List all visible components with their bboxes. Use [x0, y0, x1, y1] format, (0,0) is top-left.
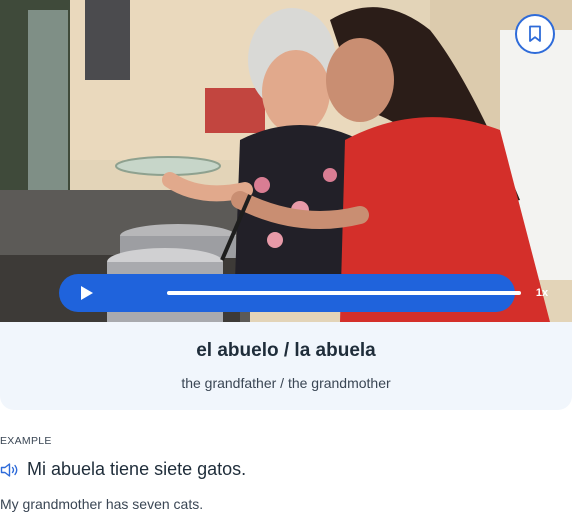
bookmark-icon — [529, 25, 541, 42]
audio-progress-bar[interactable] — [167, 291, 521, 295]
audio-player: 1x — [59, 274, 548, 312]
vocabulary-word: el abuelo / la abuela — [196, 340, 376, 361]
example-sentence-translation: My grandmother has seven cats. — [0, 496, 204, 512]
play-icon[interactable] — [79, 285, 95, 301]
vocabulary-translation: the grandfather / the grandmother — [181, 375, 391, 391]
example-label: EXAMPLE — [0, 435, 52, 447]
speaker-icon[interactable] — [0, 462, 20, 478]
playback-speed-button[interactable]: 1x — [529, 286, 555, 300]
flashcard: 1x el abuelo / la abuela the grandfather… — [0, 0, 572, 410]
example-sentence: Mi abuela tiene siete gatos. — [27, 459, 247, 479]
bookmark-button[interactable] — [515, 14, 555, 54]
